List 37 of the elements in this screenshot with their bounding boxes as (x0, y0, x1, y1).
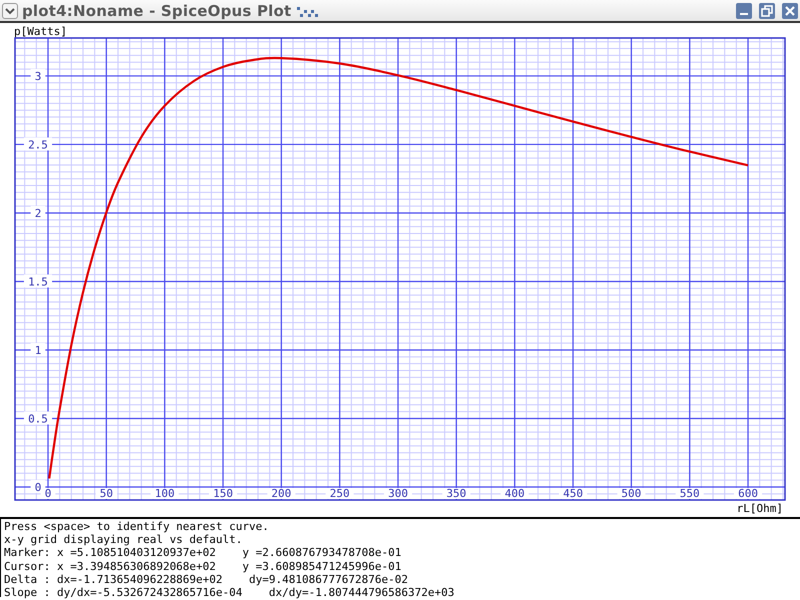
tick-label: 600 (738, 487, 758, 500)
tick-label: 0.5 (28, 412, 48, 426)
tick-label: 0 (34, 480, 42, 494)
readout-line: Cursor: x =3.394856306892068e+02 y =3.608985471245996e-01 (4, 560, 402, 573)
tick-label: 200 (271, 487, 292, 500)
axis-label: rL[Ohm] (736, 502, 783, 515)
readout-line: x-y grid displaying real vs default. (4, 533, 244, 546)
tick-label: 3 (34, 70, 42, 83)
tick-label: 50 (100, 487, 113, 500)
tick-label: 300 (388, 487, 408, 500)
tick-label: 1.5 (28, 275, 48, 288)
axis-label: p[Watts] (14, 25, 67, 38)
tick-label: 2.5 (28, 138, 48, 152)
tick-label: 350 (446, 487, 466, 500)
tick-label: 2 (34, 206, 42, 220)
window-title: plot4:Noname - SpiceOpus Plot (22, 2, 292, 20)
tick-label: 450 (563, 487, 583, 500)
close-button[interactable] (782, 2, 798, 18)
tick-label: 250 (330, 487, 350, 500)
minimize-button[interactable] (736, 2, 752, 18)
close-icon (785, 6, 795, 16)
readout-line: Marker: x =5.108510403120937e+02 y =2.660876793478708e-01 (4, 546, 402, 560)
tick-label: 150 (213, 487, 233, 500)
chevron-down-icon (5, 6, 15, 14)
tick-label: 0 (44, 487, 52, 500)
menu-button[interactable] (2, 2, 18, 18)
tick-label: 1 (34, 344, 42, 357)
readout-line: Press <space> to identify nearest curve. (4, 520, 270, 534)
readout-line: Delta : dx=-1.713654096228869e+02 dy=9.481086777672876e-02 (4, 572, 409, 586)
tick-label: 400 (504, 487, 525, 500)
restore-icon (761, 4, 773, 16)
tick-label: 550 (680, 487, 700, 500)
tick-label: 100 (154, 487, 175, 500)
tick-label: 500 (621, 487, 642, 500)
minimize-icon (740, 12, 748, 14)
readout-line: Slope : dy/dx=-5.532672432865716e-04 dx/dy=-1.807444796586372e+03 (4, 586, 456, 600)
maximize-button[interactable] (759, 2, 775, 18)
